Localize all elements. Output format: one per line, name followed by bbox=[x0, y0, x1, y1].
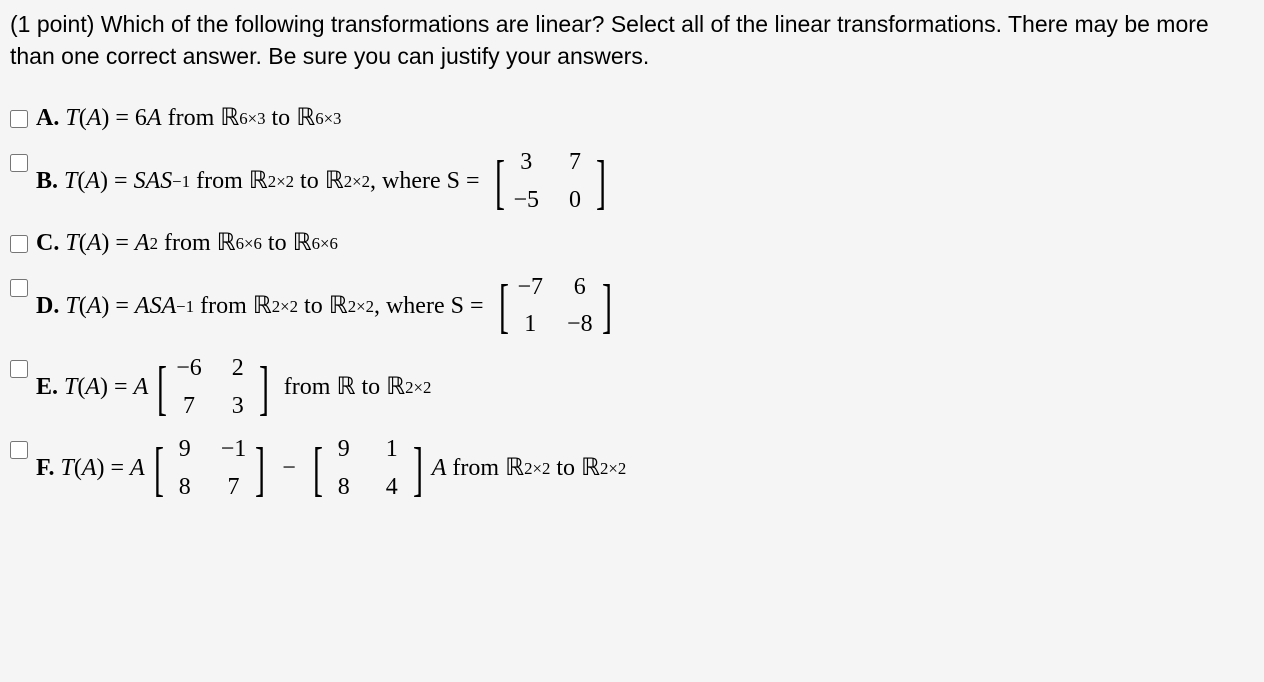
option-d-content: D. T(A) = ASA−1 from ℝ2×2 to ℝ2×2, where… bbox=[36, 271, 1254, 342]
option-d-checkbox[interactable] bbox=[10, 279, 28, 297]
option-b: B. T(A) = SAS−1 from ℝ2×2 to ℝ2×2, where… bbox=[10, 146, 1254, 217]
option-c-label: C. bbox=[36, 227, 59, 261]
option-e-content: E. T(A) = A [ −6 2 7 3 ] from ℝ to ℝ2×2 bbox=[36, 352, 1254, 423]
option-b-matrix: [ 3 7 −5 0 ] bbox=[490, 146, 612, 217]
option-d: D. T(A) = ASA−1 from ℝ2×2 to ℝ2×2, where… bbox=[10, 271, 1254, 342]
option-c-content: C. T(A) = A2 from ℝ6×6 to ℝ6×6 bbox=[36, 227, 1254, 261]
option-e-matrix: [ −6 2 7 3 ] bbox=[152, 352, 274, 423]
option-b-label: B. bbox=[36, 165, 58, 199]
option-a-content: A. T(A) = 6A from ℝ6×3 to ℝ6×3 bbox=[36, 102, 1254, 136]
option-e: E. T(A) = A [ −6 2 7 3 ] from ℝ to ℝ2×2 bbox=[10, 352, 1254, 423]
option-e-checkbox[interactable] bbox=[10, 360, 28, 378]
option-c-checkbox[interactable] bbox=[10, 235, 28, 253]
option-d-label: D. bbox=[36, 290, 59, 324]
question-body: Which of the following transformations a… bbox=[10, 11, 1209, 69]
question-text: (1 point) Which of the following transfo… bbox=[10, 8, 1254, 72]
option-a-lhs: T bbox=[65, 102, 78, 136]
option-f-matrix2: [ 9 1 8 4 ] bbox=[308, 433, 428, 504]
option-d-matrix: [ −7 6 1 −8 ] bbox=[494, 271, 617, 342]
option-b-checkbox[interactable] bbox=[10, 154, 28, 172]
option-b-content: B. T(A) = SAS−1 from ℝ2×2 to ℝ2×2, where… bbox=[36, 146, 1254, 217]
option-f: F. T(A) = A [ 9 −1 8 7 ] − [ 9 1 8 4 ] A bbox=[10, 433, 1254, 504]
option-f-matrix1: [ 9 −1 8 7 ] bbox=[149, 433, 271, 504]
option-f-content: F. T(A) = A [ 9 −1 8 7 ] − [ 9 1 8 4 ] A bbox=[36, 433, 1254, 504]
option-f-checkbox[interactable] bbox=[10, 441, 28, 459]
option-a-checkbox[interactable] bbox=[10, 110, 28, 128]
points-prefix: (1 point) bbox=[10, 11, 101, 37]
option-c: C. T(A) = A2 from ℝ6×6 to ℝ6×6 bbox=[10, 227, 1254, 261]
option-f-label: F. bbox=[36, 452, 54, 486]
option-a-label: A. bbox=[36, 102, 59, 136]
option-a: A. T(A) = 6A from ℝ6×3 to ℝ6×3 bbox=[10, 102, 1254, 136]
option-e-label: E. bbox=[36, 371, 58, 405]
